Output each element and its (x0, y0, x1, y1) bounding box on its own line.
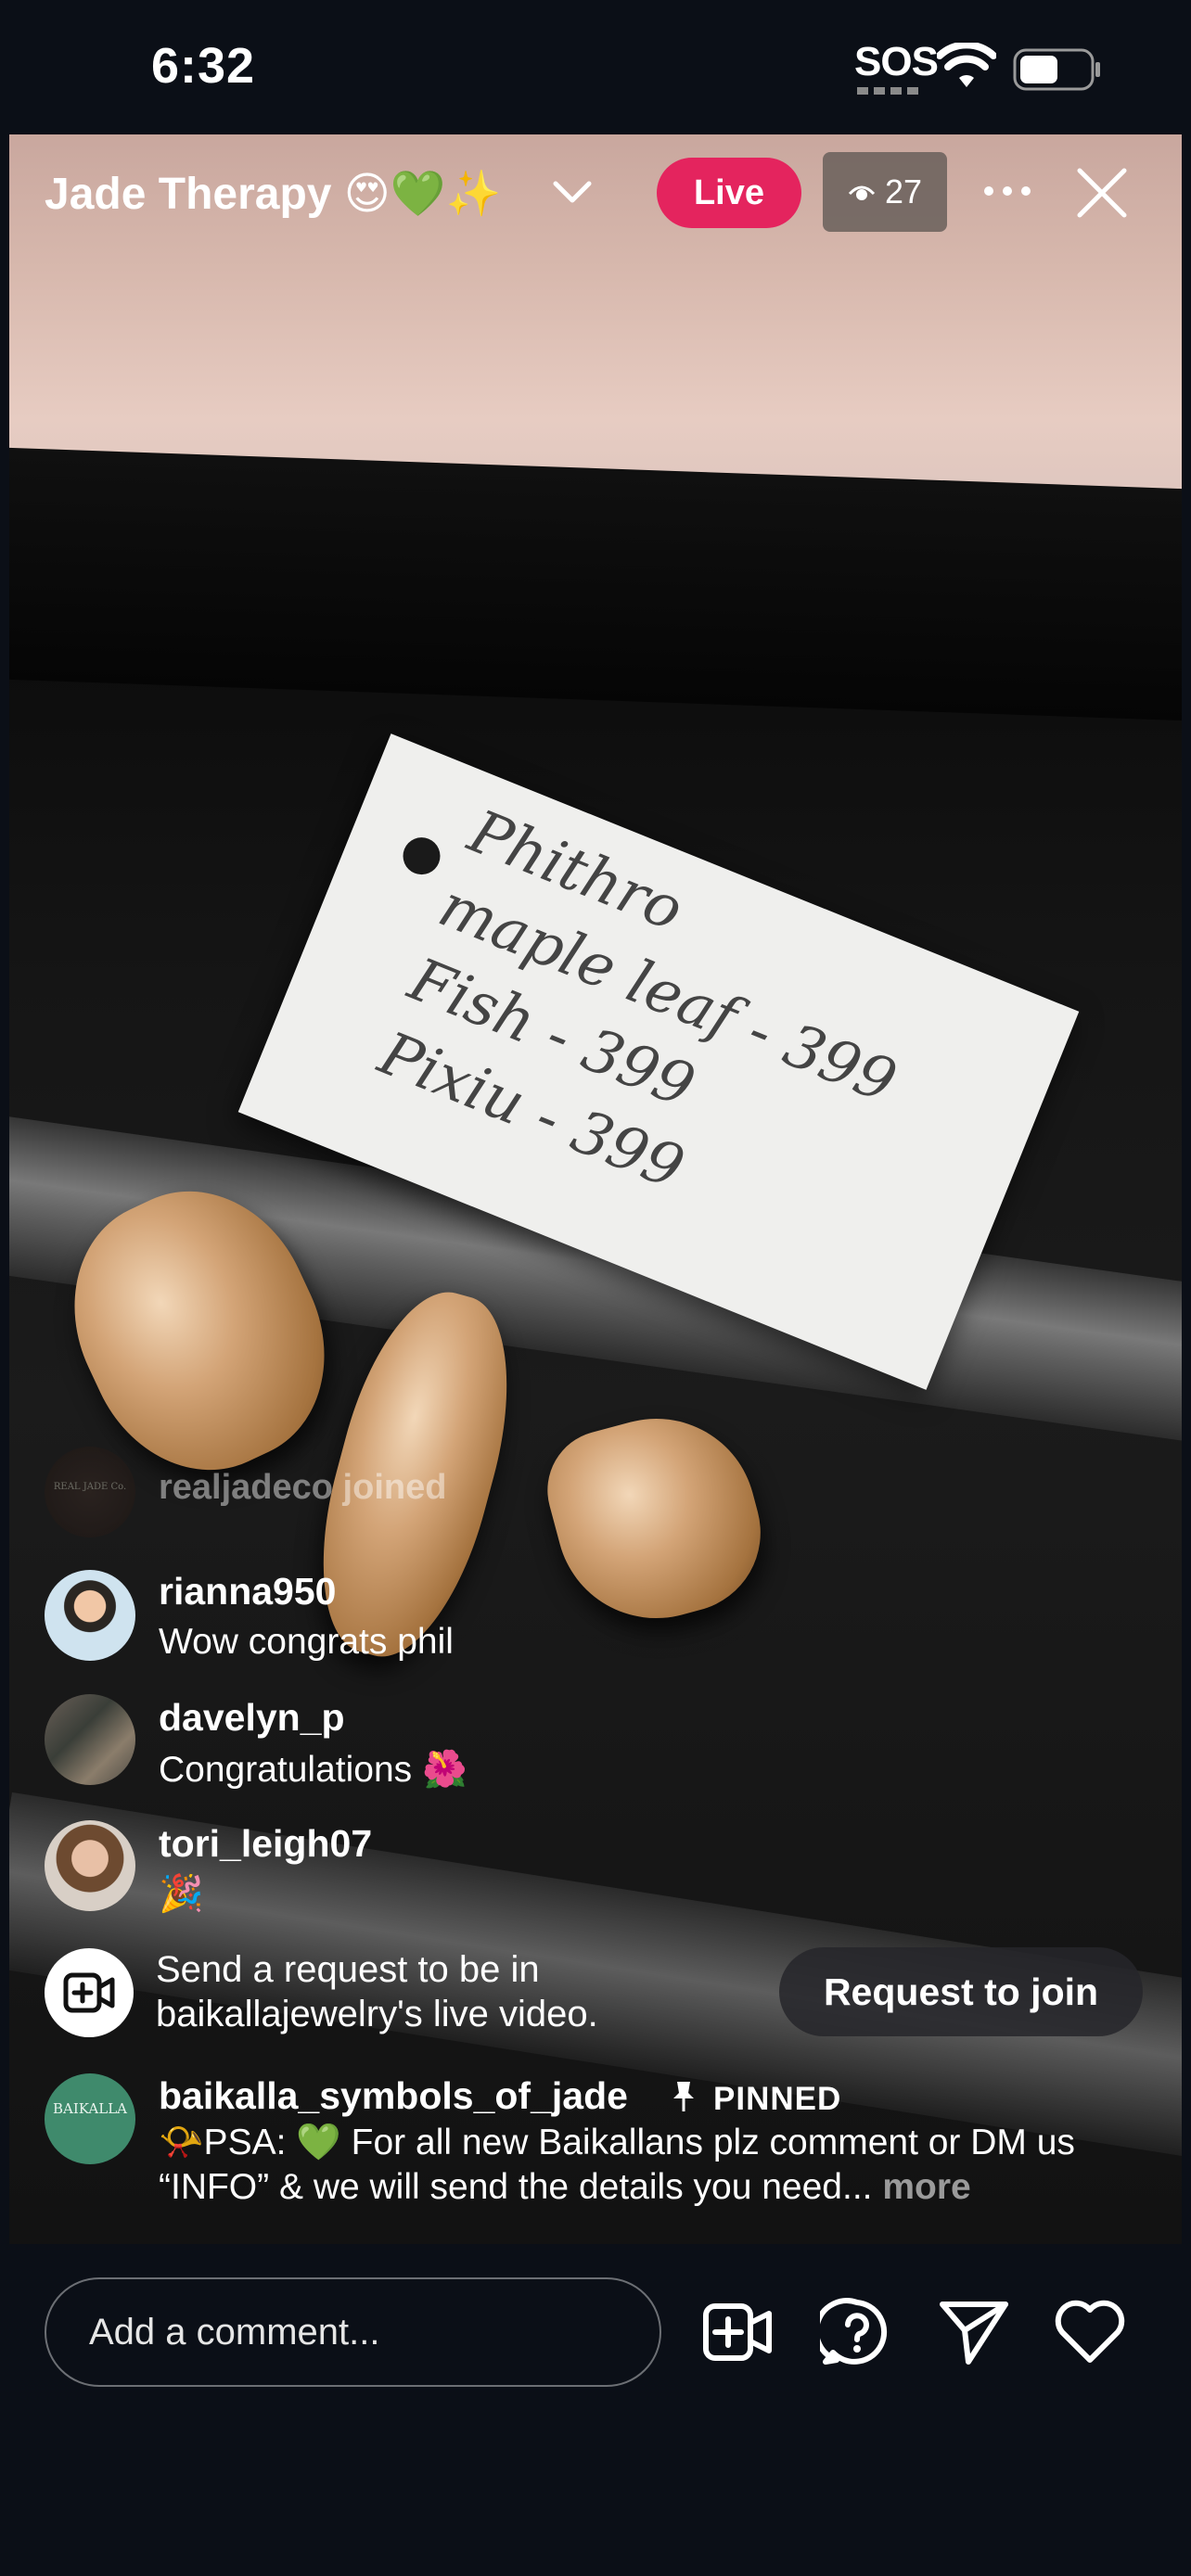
eye-icon (848, 185, 876, 200)
video-background-shadow (9, 447, 1182, 721)
pinned-label: PINNED (713, 2081, 842, 2117)
live-title[interactable]: Jade Therapy 😍💚✨ (45, 167, 501, 220)
viewer-count-badge[interactable]: 27 (823, 152, 947, 232)
avatar[interactable] (45, 1570, 135, 1661)
more-link[interactable]: more (882, 2167, 970, 2207)
sos-signal-dots (857, 87, 922, 95)
chevron-down-icon[interactable] (550, 176, 595, 210)
comment-username[interactable]: tori_leigh07 (159, 1822, 372, 1866)
viewer-count: 27 (884, 172, 923, 210)
wifi-icon (937, 43, 996, 87)
comment-username[interactable]: rianna950 (159, 1570, 336, 1613)
avatar[interactable]: REAL JADE Co. (45, 1447, 135, 1537)
avatar-text: REAL JADE Co. (53, 1482, 127, 1492)
jade-maple-leaf-carving (533, 1396, 779, 1641)
send-icon[interactable] (937, 2297, 1011, 2367)
comment-username[interactable]: davelyn_p (159, 1696, 345, 1740)
pinned-username[interactable]: baikalla_symbols_of_jade (159, 2074, 628, 2118)
status-time: 6:32 (151, 38, 256, 94)
more-options-icon[interactable] (981, 178, 1033, 204)
request-text: Send a request to be in baikallajewelry'… (156, 1949, 598, 2034)
status-bar: 6:32 SOS (0, 0, 1191, 134)
live-badge: Live (657, 158, 801, 228)
live-video[interactable]: Phithro maple leaf - 399 Fish - 399 Pixi… (9, 134, 1182, 2244)
avatar[interactable] (45, 1820, 135, 1911)
battery-icon (1013, 48, 1100, 91)
pinned-comment: 📯PSA: 💚 For all new Baikallans plz comme… (159, 2121, 1151, 2210)
avatar[interactable]: BAIKALLA (45, 2073, 135, 2164)
request-to-join-button[interactable]: Request to join (779, 1947, 1143, 2036)
comment-input[interactable] (45, 2277, 661, 2387)
pin-icon (673, 2082, 694, 2111)
request-icon-circle (45, 1948, 134, 2037)
question-icon[interactable] (820, 2297, 894, 2367)
status-sos: SOS (854, 39, 939, 84)
avatar[interactable] (45, 1694, 135, 1785)
close-icon[interactable] (1074, 165, 1130, 221)
heart-icon[interactable] (1053, 2297, 1127, 2367)
comment-text: Wow congrats phil (159, 1622, 454, 1662)
join-notice: realjadeco joined (159, 1468, 447, 1507)
add-video-icon (63, 1972, 115, 2013)
comment-text: Congratulations 🌺 (159, 1750, 467, 1790)
avatar-text: BAIKALLA (53, 2100, 127, 2117)
tag-hole (397, 832, 446, 881)
add-video-icon[interactable] (700, 2297, 775, 2367)
comment-text: 🎉 (159, 1874, 204, 1914)
